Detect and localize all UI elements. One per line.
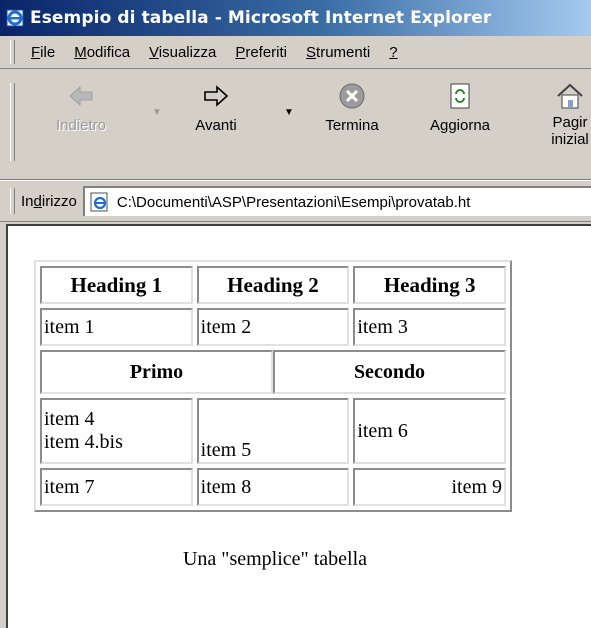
cell-item-3: item 3 (353, 308, 506, 346)
menu-modifica[interactable]: Modifica (74, 44, 130, 61)
example-table: Heading 1 Heading 2 Heading 3 item 1 ite… (34, 260, 512, 512)
heading-2: Heading 2 (196, 266, 350, 304)
back-dropdown-icon[interactable]: ▼ (152, 107, 162, 118)
cell-item-9: item 9 (353, 468, 506, 506)
merged-row-container: Primo Secondo (40, 350, 506, 394)
menu-help[interactable]: ? (389, 44, 397, 61)
menu-file[interactable]: File (31, 44, 55, 61)
home-button[interactable]: Pagir inizial (540, 81, 591, 148)
table-row: item 7 item 8 item 9 (40, 468, 506, 506)
cell-item-6: item 6 (353, 398, 506, 464)
table-caption: Una "semplice" tabella (182, 548, 368, 570)
table-row-merged: Primo Secondo (40, 350, 506, 394)
menu-bar: File Modifica Visualizza Preferiti Strum… (0, 36, 591, 69)
toolbar-grip[interactable] (10, 83, 15, 161)
address-bar: Indirizzo C:\Documenti\ASP\Presentazioni… (0, 181, 591, 222)
ie-logo-icon (6, 9, 24, 27)
address-value: C:\Documenti\ASP\Presentazioni\Esempi\pr… (116, 193, 471, 211)
refresh-icon (450, 83, 470, 109)
window-title: Esempio di tabella - Microsoft Internet … (30, 8, 492, 28)
home-label-line1: Pagir (552, 114, 588, 131)
address-label: Indirizzo (21, 192, 77, 210)
refresh-label: Aggiorna (429, 117, 491, 134)
cell-item-2: item 2 (196, 308, 350, 346)
table-row: item 1 item 2 item 3 (40, 308, 506, 346)
merged-subtable: Primo Secondo (40, 350, 506, 394)
forward-dropdown-icon[interactable]: ▼ (284, 107, 294, 118)
cell-item-5: item 5 (196, 398, 350, 464)
page-content: Heading 1 Heading 2 Heading 3 item 1 ite… (6, 224, 591, 628)
address-input[interactable]: C:\Documenti\ASP\Presentazioni\Esempi\pr… (82, 186, 591, 216)
cell-item-8: item 8 (196, 468, 350, 506)
back-arrow-icon (69, 85, 93, 107)
refresh-button[interactable]: Aggiorna (414, 81, 506, 134)
menu-grip[interactable] (10, 40, 15, 64)
toolbar: Indietro ▼ Avanti ▼ Termina Aggiorna Pag… (0, 69, 591, 180)
address-grip[interactable] (10, 188, 15, 214)
page-icon (90, 192, 108, 212)
table-header-row: Heading 1 Heading 2 Heading 3 (40, 266, 506, 304)
stop-button[interactable]: Termina (312, 81, 392, 134)
menu-visualizza[interactable]: Visualizza (149, 44, 216, 61)
home-icon (557, 83, 583, 109)
cell-item-7: item 7 (40, 468, 193, 506)
menu-strumenti[interactable]: Strumenti (306, 44, 370, 61)
back-label: Indietro (55, 117, 107, 134)
browser-window: Esempio di tabella - Microsoft Internet … (0, 0, 591, 628)
table-row: item 4 item 4.bis item 5 item 6 (40, 398, 506, 464)
cell-primo: Primo (40, 350, 273, 394)
stop-icon (339, 83, 365, 109)
menu-preferiti[interactable]: Preferiti (235, 44, 287, 61)
cell-secondo: Secondo (273, 350, 506, 394)
forward-label: Avanti (195, 117, 237, 134)
title-bar: Esempio di tabella - Microsoft Internet … (0, 0, 591, 36)
forward-arrow-icon (204, 85, 229, 107)
forward-button[interactable]: Avanti (186, 81, 246, 134)
cell-item-4: item 4 item 4.bis (40, 398, 193, 464)
cell-item-1: item 1 (40, 308, 193, 346)
heading-1: Heading 1 (40, 266, 193, 304)
heading-3: Heading 3 (353, 266, 506, 304)
home-label-line2: inizial (551, 131, 589, 148)
stop-label: Termina (325, 117, 379, 134)
back-button[interactable]: Indietro (44, 81, 118, 134)
